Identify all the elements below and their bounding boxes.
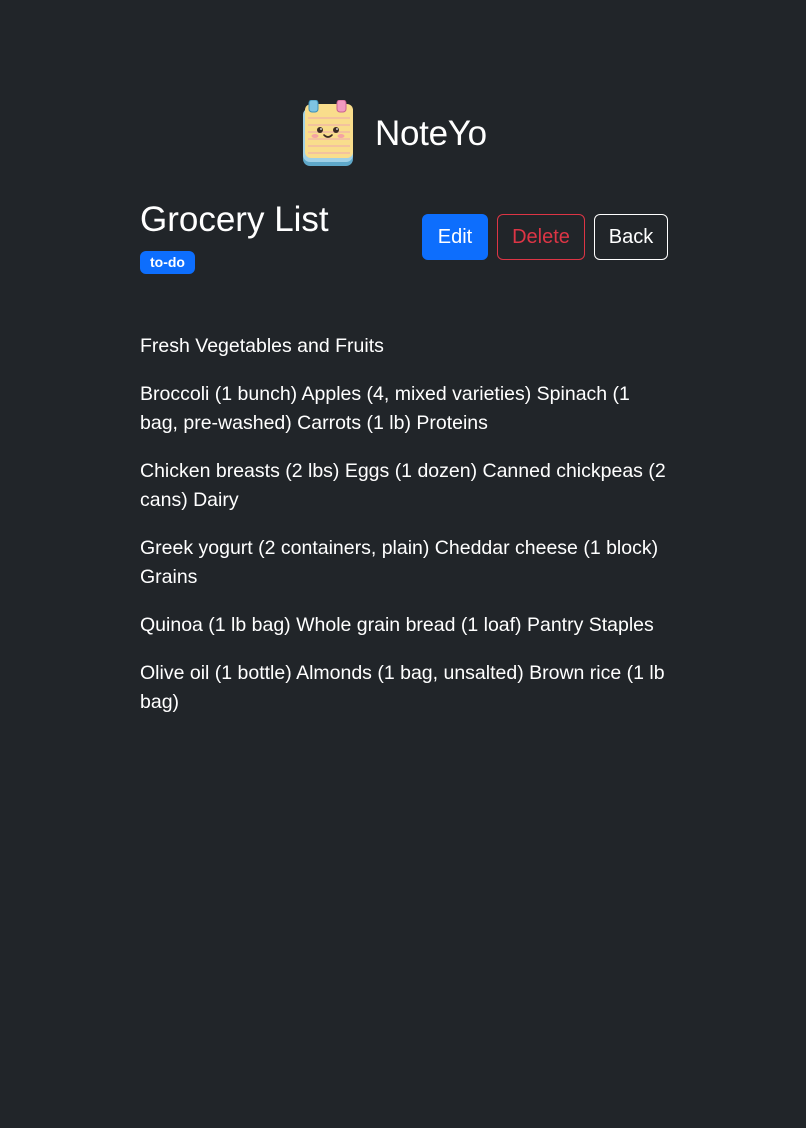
note-content: Fresh Vegetables and Fruits Broccoli (1 …: [140, 332, 670, 736]
note-actions: Edit Delete Back: [422, 214, 668, 260]
tag-badge: to-do: [140, 251, 195, 274]
back-button[interactable]: Back: [594, 214, 668, 260]
note-paragraph: Broccoli (1 bunch) Apples (4, mixed vari…: [140, 383, 630, 434]
note-paragraph: Chicken breasts (2 lbs) Eggs (1 dozen) C…: [140, 460, 666, 511]
edit-button[interactable]: Edit: [422, 214, 488, 260]
note-paragraph: Quinoa (1 lb bag) Whole grain bread (1 l…: [140, 614, 654, 636]
notepad-mascot-icon: [299, 99, 357, 168]
note-paragraph: Olive oil (1 bottle) Almonds (1 bag, uns…: [140, 662, 665, 713]
note-title: Grocery List: [140, 200, 329, 239]
note-paragraph: Greek yogurt (2 containers, plain) Chedd…: [140, 537, 659, 588]
brand[interactable]: NoteYo: [299, 99, 487, 168]
note-paragraph: Fresh Vegetables and Fruits: [140, 335, 384, 357]
app-name: NoteYo: [375, 114, 487, 153]
delete-button[interactable]: Delete: [497, 214, 585, 260]
